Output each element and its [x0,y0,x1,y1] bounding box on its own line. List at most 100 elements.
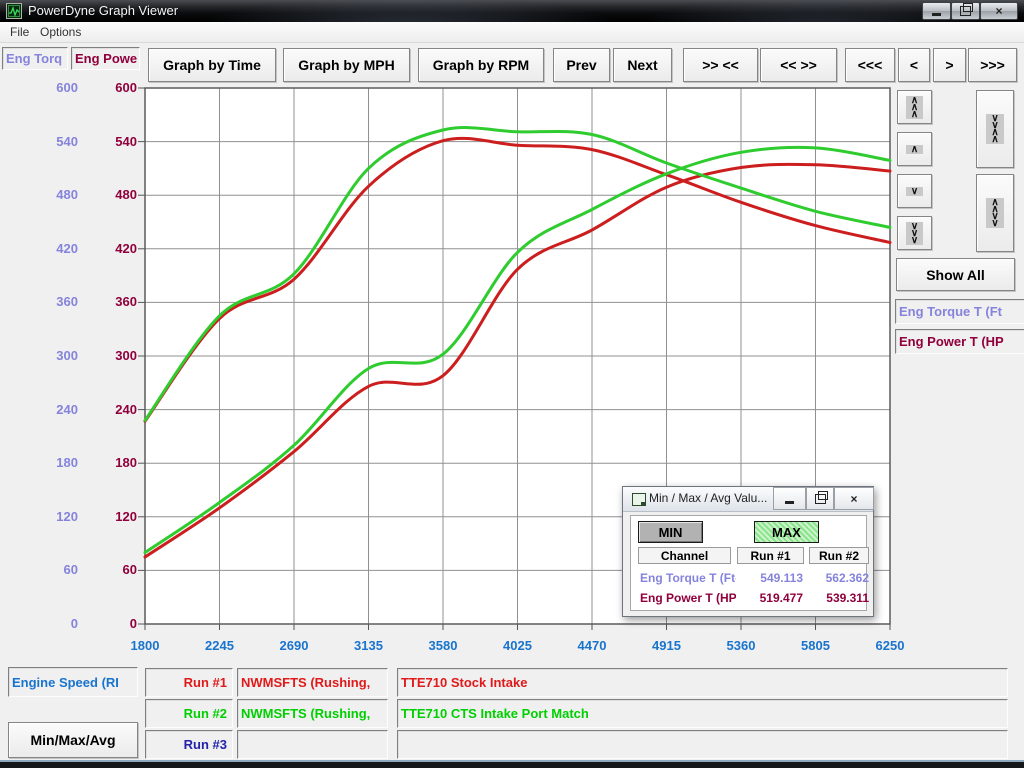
x-channel-box[interactable]: Engine Speed (RI [8,667,138,697]
chevron-up-triple-icon: ∧∧∧ [906,96,923,119]
y-tick-label: 600 [84,79,137,97]
x-tick-label: 5805 [781,638,851,654]
run1-label-box: Run #1 [145,668,233,697]
graph-by-mph-button[interactable]: Graph by MPH [283,48,410,82]
y-tick-label: 60 [18,561,78,579]
run2-file-box: NWMSFTS (Rushing, [237,699,388,728]
torque-y-axis: 600540480420360300240180120600 [18,0,78,768]
minimize-button[interactable] [922,2,951,20]
restore-icon [960,6,971,16]
prev-button[interactable]: Prev [553,48,610,82]
min-toggle-button[interactable]: MIN [638,521,703,543]
chevron-glyph: ∨ [991,220,998,227]
x-tick-label: 4470 [557,638,627,654]
chevron-glyph: ∨ [911,188,918,195]
y-zoom-in-button[interactable]: ∨∨∧∧ [976,90,1014,168]
minmaxavg-button[interactable]: Min/Max/Avg [8,722,138,758]
minmax-title-bar[interactable]: Min / Max / Avg Valu... × [623,487,873,512]
x-tick-label: 1800 [110,638,180,654]
restore-icon [815,494,826,504]
chevron-up-icon: ∧ [906,145,923,154]
chevron-glyph: ∨ [911,237,918,244]
scroll-left-button[interactable]: < [898,48,930,82]
y-tick-label: 540 [84,133,137,151]
y-tick-label: 0 [84,615,137,633]
minmax-restore-button[interactable] [806,487,834,510]
y-tick-label: 300 [84,347,137,365]
maximize-button[interactable] [951,2,980,20]
chevron-expand-icon: ∧∧∨∨ [986,198,1003,228]
scroll-down-button[interactable]: ∨ [897,174,932,208]
x-tick-label: 2690 [259,638,329,654]
y-tick-label: 180 [84,454,137,472]
y-tick-label: 180 [18,454,78,472]
minmax-window-title: Min / Max / Avg Valu... [649,491,767,505]
column-header-run2: Run #2 [809,547,869,564]
window-title: PowerDyne Graph Viewer [28,3,178,18]
column-header-channel: Channel [638,547,731,564]
close-icon: × [850,494,857,504]
minmax-row-run2-value: 562.362 [804,569,869,587]
chevron-glyph: ∧ [911,111,918,118]
menu-bar: File Options [0,22,1024,43]
power-axis-channel-box[interactable]: Eng Powe [71,47,140,70]
x-tick-label: 5360 [706,638,776,654]
graph-by-time-button[interactable]: Graph by Time [148,48,276,82]
zoom-out-x-button[interactable]: << >> [760,48,837,82]
minmax-row-channel: Eng Power T (HP) [640,589,736,607]
minmax-row-run2-value: 539.311 [804,589,869,607]
scroll-right-button[interactable]: > [933,48,966,82]
y-tick-label: 240 [18,401,78,419]
zoom-in-x-button[interactable]: >> << [683,48,758,82]
y-tick-label: 600 [18,79,78,97]
power-channel-label[interactable]: Eng Power T (HP [895,329,1024,354]
y-tick-label: 120 [18,508,78,526]
scroll-right-fast-button[interactable]: >>> [968,48,1017,82]
next-button[interactable]: Next [613,48,672,82]
y-tick-label: 360 [18,293,78,311]
y-tick-label: 540 [18,133,78,151]
minmax-window-icon [632,493,646,506]
close-icon: × [995,6,1002,16]
run1-description-box: TTE710 Stock Intake [397,668,1008,697]
scroll-bottom-button[interactable]: ∨∨∨ [897,216,932,250]
max-toggle-button[interactable]: MAX [754,521,819,543]
run3-label-box: Run #3 [145,730,233,759]
run2-label-box: Run #2 [145,699,233,728]
x-tick-label: 2245 [185,638,255,654]
scroll-up-button[interactable]: ∧ [897,132,932,166]
y-tick-label: 480 [18,186,78,204]
app-icon [6,3,22,19]
y-tick-label: 0 [18,615,78,633]
scroll-left-fast-button[interactable]: <<< [845,48,895,82]
torque-channel-label[interactable]: Eng Torque T (Ft [895,299,1024,324]
close-button[interactable]: × [980,2,1018,20]
minmax-row-channel: Eng Torque T (Ft- [640,569,736,587]
chevron-glyph: ∧ [911,146,918,153]
y-tick-label: 420 [84,240,137,258]
graph-by-rpm-button[interactable]: Graph by RPM [418,48,544,82]
y-zoom-out-button[interactable]: ∧∧∨∨ [976,174,1014,252]
scroll-top-button[interactable]: ∧∧∧ [897,90,932,124]
run3-file-box [237,730,388,759]
window-bottom-border [0,760,1024,768]
run3-description-box [397,730,1008,759]
minimize-icon [932,13,941,16]
chevron-down-triple-icon: ∨∨∨ [906,222,923,245]
y-tick-label: 420 [18,240,78,258]
menu-options[interactable]: Options [34,24,87,40]
x-tick-label: 3580 [408,638,478,654]
column-header-run1: Run #1 [737,547,804,564]
minmax-row-run1-value: 549.113 [737,569,803,587]
menu-file[interactable]: File [4,24,35,40]
minmax-minimize-button[interactable] [773,487,806,510]
y-tick-label: 360 [84,293,137,311]
y-tick-label: 120 [84,508,137,526]
chevron-glyph: ∧ [991,136,998,143]
chevron-down-icon: ∨ [906,187,923,196]
show-all-button[interactable]: Show All [896,258,1015,291]
x-tick-label: 4025 [483,638,553,654]
torque-axis-channel-box[interactable]: Eng Torq [2,47,68,70]
minmax-close-button[interactable]: × [834,487,874,510]
minmax-values-window: Min / Max / Avg Valu... × MIN MAX Channe… [622,486,874,617]
